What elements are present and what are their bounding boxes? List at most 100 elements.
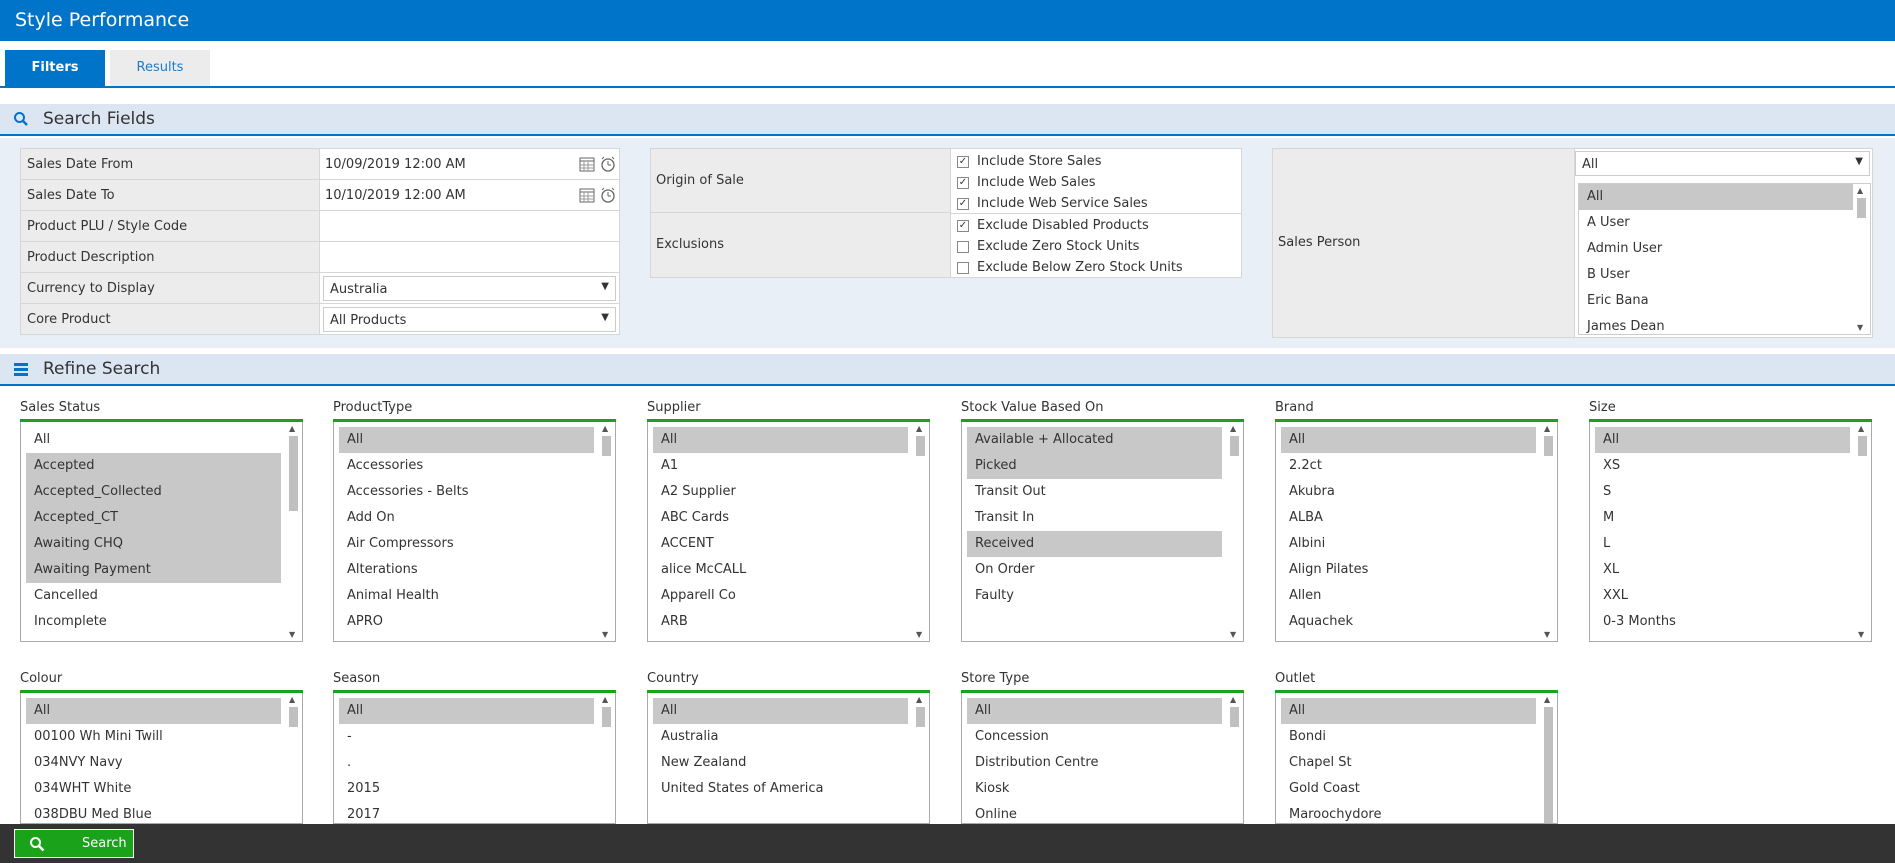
list-item[interactable]: James Dean (1579, 314, 1870, 334)
listbox-brand[interactable]: All 2.2ct Akubra ALBA Albini Align Pilates All… (1275, 422, 1558, 642)
scrollbar[interactable]: ▲ ▼ (912, 422, 929, 641)
list-item[interactable]: 034WHT White (26, 776, 281, 802)
scrollbar[interactable]: ▲ (598, 693, 615, 823)
currency-select[interactable]: Australia ▼ (323, 276, 616, 301)
list-item[interactable]: Online (967, 802, 1222, 823)
search-button[interactable]: Search (14, 829, 134, 858)
list-item[interactable]: Distribution Centre (967, 750, 1222, 776)
list-item[interactable]: A2 Supplier (653, 479, 908, 505)
list-item[interactable]: Accepted (26, 453, 281, 479)
scroll-thumb[interactable] (916, 436, 925, 456)
calendar-icon[interactable] (579, 187, 595, 203)
scroll-thumb[interactable] (1544, 436, 1553, 456)
list-item[interactable]: All (339, 698, 594, 724)
scroll-up-icon[interactable]: ▲ (916, 695, 922, 704)
scroll-down-icon[interactable]: ▼ (289, 630, 295, 639)
list-item[interactable]: - (339, 724, 594, 750)
listbox-colour[interactable]: All 00100 Wh Mini Twill 034NVY Navy 034WHT … (20, 693, 303, 824)
list-item[interactable]: Bondi (1281, 724, 1536, 750)
list-item[interactable]: Maroochydore (1281, 802, 1536, 823)
list-item[interactable]: Accessories (339, 453, 594, 479)
list-item[interactable]: Faulty (967, 583, 1222, 609)
exclude-disabled-products-checkbox[interactable]: ✓ Exclude Disabled Products (957, 218, 1149, 233)
list-item[interactable]: Alterations (339, 557, 594, 583)
checkbox-checked-icon[interactable]: ✓ (957, 155, 969, 168)
scroll-down-icon[interactable]: ▼ (1857, 323, 1863, 332)
scroll-thumb[interactable] (602, 436, 611, 456)
scroll-thumb[interactable] (1858, 436, 1867, 456)
scroll-thumb[interactable] (289, 707, 298, 727)
scroll-up-icon[interactable]: ▲ (289, 424, 295, 433)
list-item[interactable]: B User (1579, 262, 1870, 288)
scroll-down-icon[interactable]: ▼ (602, 630, 608, 639)
list-item[interactable]: Apparell Co (653, 583, 908, 609)
list-item[interactable]: XS (1595, 453, 1850, 479)
clock-icon[interactable] (600, 187, 616, 203)
list-item[interactable]: ACCENT (653, 531, 908, 557)
list-item[interactable]: Eric Bana (1579, 288, 1870, 314)
listbox-store-type[interactable]: All Concession Distribution Centre Kiosk Onl… (961, 693, 1244, 824)
list-item[interactable]: Animal Health (339, 583, 594, 609)
list-item[interactable]: Accessories - Belts (339, 479, 594, 505)
list-item[interactable]: 2017 (339, 802, 594, 823)
sales-person-listbox[interactable]: All A User Admin User B User Eric Bana James … (1578, 183, 1871, 335)
scroll-up-icon[interactable]: ▲ (1858, 424, 1864, 433)
list-item[interactable]: Accepted_CT (26, 505, 281, 531)
scrollbar[interactable]: ▲ (285, 693, 302, 823)
listbox-outlet[interactable]: All Bondi Chapel St Gold Coast Maroochydore ▲ (1275, 693, 1558, 824)
list-item[interactable]: Kiosk (967, 776, 1222, 802)
search-fields-header[interactable]: Search Fields (0, 104, 1895, 136)
list-item[interactable]: All (653, 698, 908, 724)
product-plu-input[interactable] (319, 210, 620, 242)
list-item[interactable]: Australia (653, 724, 908, 750)
checkbox-checked-icon[interactable]: ✓ (957, 219, 969, 232)
checkbox-checked-icon[interactable]: ✓ (957, 176, 969, 189)
scroll-down-icon[interactable]: ▼ (916, 630, 922, 639)
scroll-up-icon[interactable]: ▲ (1857, 186, 1863, 195)
list-item[interactable]: All (26, 698, 281, 724)
include-web-service-sales-checkbox[interactable]: ✓ Include Web Service Sales (957, 196, 1148, 211)
scroll-up-icon[interactable]: ▲ (1544, 695, 1550, 704)
listbox-producttype[interactable]: All Accessories Accessories - Belts Add On A… (333, 422, 616, 642)
list-item[interactable]: All (1281, 698, 1536, 724)
tab-filters[interactable]: Filters (5, 50, 105, 86)
scroll-thumb[interactable] (916, 707, 925, 727)
list-item[interactable]: Cancelled (26, 583, 281, 609)
listbox-supplier[interactable]: All A1 A2 Supplier ABC Cards ACCENT alice McC… (647, 422, 930, 642)
list-item[interactable]: United States of America (653, 776, 908, 802)
list-item[interactable]: All (653, 427, 908, 453)
list-item[interactable]: Chapel St (1281, 750, 1536, 776)
listbox-stock-value-based-on[interactable]: Available + Allocated Picked Transit Out Tr… (961, 422, 1244, 642)
list-item[interactable]: On Order (967, 557, 1222, 583)
list-item[interactable]: . (339, 750, 594, 776)
list-item[interactable]: Gold Coast (1281, 776, 1536, 802)
scroll-up-icon[interactable]: ▲ (1544, 424, 1550, 433)
list-item[interactable]: All (1595, 427, 1850, 453)
list-item[interactable]: Air Compressors (339, 531, 594, 557)
checkbox-unchecked-icon[interactable] (957, 240, 969, 253)
list-item[interactable]: Available + Allocated (967, 427, 1222, 453)
sales-date-to-input[interactable]: 10/10/2019 12:00 AM (319, 179, 620, 211)
sales-date-from-input[interactable]: 10/09/2019 12:00 AM (319, 148, 620, 180)
list-item[interactable]: Align Pilates (1281, 557, 1536, 583)
clock-icon[interactable] (600, 156, 616, 172)
list-item[interactable]: A User (1579, 210, 1870, 236)
checkbox-checked-icon[interactable]: ✓ (957, 197, 969, 210)
scroll-thumb[interactable] (1230, 436, 1239, 456)
scrollbar[interactable]: ▲ ▼ (285, 422, 302, 641)
list-item[interactable]: Incomplete (26, 609, 281, 635)
list-item[interactable]: L (1595, 531, 1850, 557)
list-item[interactable]: All (967, 698, 1222, 724)
checkbox-unchecked-icon[interactable] (957, 261, 969, 274)
scroll-up-icon[interactable]: ▲ (602, 424, 608, 433)
listbox-country[interactable]: All Australia New Zealand United States of … (647, 693, 930, 824)
refine-search-header[interactable]: Refine Search (0, 354, 1895, 386)
scroll-thumb[interactable] (289, 436, 298, 511)
listbox-sales-status[interactable]: All Accepted Accepted_Collected Accepted_CT… (20, 422, 303, 642)
scroll-up-icon[interactable]: ▲ (1230, 424, 1236, 433)
sales-person-select[interactable]: All ▼ (1575, 151, 1870, 176)
list-item[interactable]: 038DBU Med Blue (26, 802, 281, 823)
tab-results[interactable]: Results (110, 50, 210, 86)
scrollbar[interactable]: ▲ (1540, 693, 1557, 823)
list-item[interactable]: Transit In (967, 505, 1222, 531)
